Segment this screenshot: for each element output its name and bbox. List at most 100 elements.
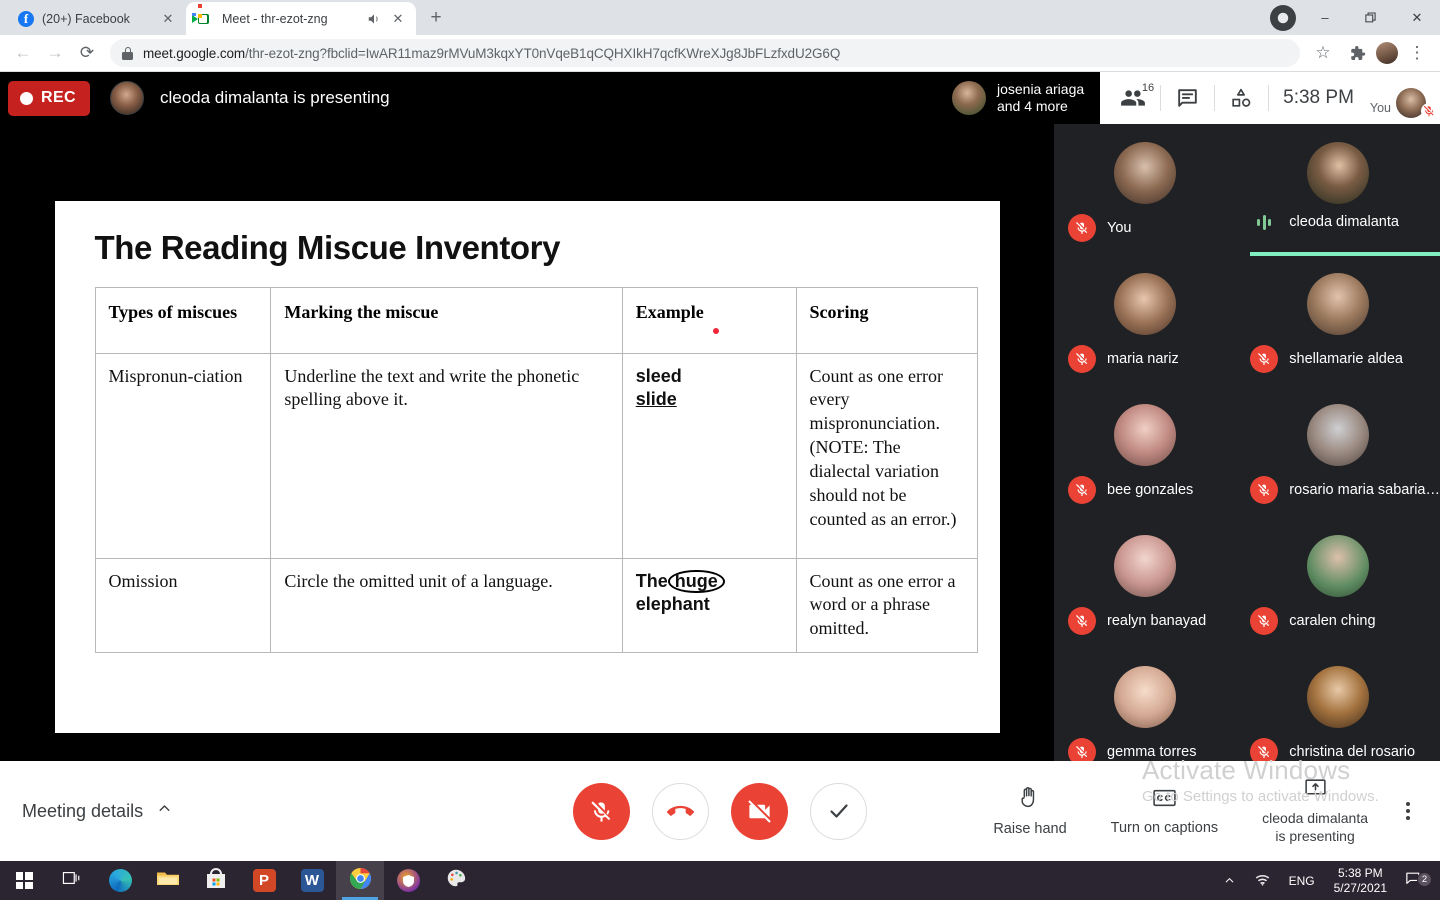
- chrome-profile-avatar[interactable]: [1376, 42, 1398, 64]
- wifi-icon[interactable]: [1245, 873, 1280, 888]
- call-controls: [573, 782, 867, 840]
- participant-name: shellamarie aldea: [1289, 351, 1403, 367]
- taskbar-clock[interactable]: 5:38 PM 5/27/2021: [1324, 866, 1397, 895]
- chrome-menu-icon[interactable]: ⋮: [1402, 38, 1432, 68]
- powerpoint-button[interactable]: P: [240, 861, 288, 900]
- forward-button[interactable]: →: [40, 38, 70, 68]
- people-count-badge: 16: [1141, 82, 1155, 94]
- notifications-button[interactable]: 2: [1397, 871, 1440, 891]
- reload-button[interactable]: ⟳: [72, 38, 102, 68]
- window-minimize-button[interactable]: –: [1302, 0, 1348, 35]
- chrome-button[interactable]: [336, 861, 384, 900]
- presentation-stage[interactable]: The Reading Miscue Inventory Types of mi…: [0, 124, 1054, 809]
- raise-hand-button[interactable]: Raise hand: [971, 785, 1088, 837]
- participant-tile-you[interactable]: You: [1054, 142, 1236, 249]
- windows-logo-icon: [15, 872, 33, 889]
- tab-close-icon[interactable]: ✕: [390, 11, 406, 27]
- participant-row: You: [1054, 214, 1236, 242]
- meet-top-bar: REC cleoda dimalanta is presenting josen…: [0, 72, 1440, 124]
- browser-profile-chip[interactable]: [1270, 4, 1296, 31]
- google-meet-icon: [192, 3, 214, 27]
- avatar: [1307, 142, 1370, 204]
- window-maximize-button[interactable]: [1348, 0, 1394, 35]
- meeting-clock: 5:38 PM: [1283, 87, 1354, 108]
- chat-button[interactable]: [1161, 72, 1214, 124]
- participant-tile-gemma-torres[interactable]: gemma torres: [1054, 666, 1236, 773]
- participant-tile-shellamarie-aldea[interactable]: shellamarie aldea: [1236, 273, 1440, 380]
- window-close-button[interactable]: ✕: [1394, 0, 1440, 35]
- participant-name: gemma torres: [1107, 744, 1197, 760]
- microphone-muted-icon: [1250, 345, 1279, 373]
- microsoft-store-button[interactable]: [192, 861, 240, 900]
- cell-marking: Underline the text and write the phoneti…: [270, 352, 623, 559]
- example-word-the: The: [635, 570, 668, 591]
- example-top-word: sleed: [635, 365, 682, 386]
- confirm-button[interactable]: [810, 782, 867, 840]
- participant-row: maria nariz: [1054, 345, 1236, 373]
- meeting-details-button[interactable]: Meeting details: [22, 800, 173, 822]
- tab-title: (20+) Facebook: [42, 11, 130, 26]
- present-now-button[interactable]: cleoda dimalanta is presenting: [1240, 777, 1390, 844]
- participant-row: caralen ching: [1236, 607, 1440, 635]
- back-button[interactable]: ←: [8, 38, 38, 68]
- closed-captions-icon: [1152, 787, 1177, 813]
- laser-pointer-dot: [712, 327, 719, 334]
- cell-type: Omission: [94, 557, 272, 654]
- presenting-banner: cleoda dimalanta is presenting: [159, 88, 390, 107]
- store-icon: [205, 867, 227, 894]
- bookmark-star-icon[interactable]: ☆: [1308, 38, 1338, 68]
- miscue-table: Types of miscues Marking the miscue Exam…: [94, 286, 978, 654]
- participant-tile-cleoda-dimalanta[interactable]: cleoda dimalanta: [1236, 142, 1440, 256]
- example-phrase-line1: The huge: [635, 569, 783, 594]
- browser-tab-facebook[interactable]: f (20+) Facebook ✕: [6, 2, 186, 35]
- avast-button[interactable]: [384, 861, 432, 900]
- present-status-line1: cleoda dimalanta: [1262, 810, 1368, 827]
- paint-button[interactable]: [432, 861, 480, 900]
- tab-audio-playing-icon[interactable]: [366, 11, 382, 27]
- facebook-icon: f: [18, 10, 34, 27]
- people-button[interactable]: 16: [1106, 72, 1160, 124]
- file-explorer-button[interactable]: [144, 861, 192, 900]
- presented-slide: The Reading Miscue Inventory Types of mi…: [54, 200, 1000, 733]
- participant-name: You: [1107, 220, 1132, 236]
- avatar: [951, 81, 986, 115]
- word-button[interactable]: W: [288, 861, 336, 900]
- active-speaker-name: josenia ariaga and 4 more: [997, 81, 1084, 116]
- active-speaker-line2: and 4 more: [996, 98, 1068, 114]
- avatar: [1307, 273, 1370, 335]
- participant-tile-christina-del-rosario[interactable]: christina del rosario: [1236, 666, 1440, 773]
- leave-call-button[interactable]: [652, 782, 709, 840]
- language-indicator[interactable]: ENG: [1280, 874, 1324, 888]
- tab-close-icon[interactable]: ✕: [160, 11, 176, 27]
- present-status-line2: is presenting: [1275, 827, 1355, 844]
- more-options-button[interactable]: [1390, 802, 1426, 820]
- microphone-off-button[interactable]: [573, 782, 630, 840]
- task-view-icon: [62, 869, 82, 892]
- shield-icon: [396, 869, 420, 892]
- activities-button[interactable]: [1215, 72, 1268, 124]
- start-button[interactable]: [0, 861, 48, 900]
- address-bar[interactable]: meet.google.com/thr-ezot-zng?fbclid=IwAR…: [110, 39, 1300, 67]
- browser-tab-meet[interactable]: Meet - thr-ezot-zng ✕: [186, 2, 416, 35]
- recording-badge: REC: [8, 80, 90, 116]
- self-view-chip[interactable]: You: [1368, 72, 1437, 124]
- cell-type: Mispronun-ciation: [94, 352, 272, 559]
- turn-on-captions-button[interactable]: Turn on captions: [1089, 787, 1240, 836]
- camera-off-button[interactable]: [731, 782, 788, 840]
- participant-tile-rosario-maria-sabaria[interactable]: rosario maria sabaria…: [1236, 404, 1440, 511]
- task-view-button[interactable]: [48, 861, 96, 900]
- captions-label: Turn on captions: [1110, 819, 1219, 836]
- new-tab-button[interactable]: +: [422, 4, 450, 32]
- edge-button[interactable]: [96, 861, 144, 900]
- tray-expand-chevron-icon[interactable]: [1214, 874, 1245, 887]
- participant-tile-caralen-ching[interactable]: caralen ching: [1236, 535, 1440, 642]
- present-status: cleoda dimalanta is presenting: [1262, 810, 1368, 844]
- participant-tile-realyn-banayad[interactable]: realyn banayad: [1054, 535, 1236, 642]
- extensions-puzzle-icon[interactable]: [1342, 38, 1372, 68]
- word-icon: W: [300, 869, 324, 892]
- present-screen-icon: [1303, 777, 1328, 803]
- participant-tile-maria-nariz[interactable]: maria nariz: [1054, 273, 1236, 380]
- active-speaker-chip[interactable]: josenia ariaga and 4 more: [939, 72, 1101, 124]
- participant-tile-bee-gonzales[interactable]: bee gonzales: [1054, 404, 1236, 511]
- avatar: [1396, 88, 1437, 119]
